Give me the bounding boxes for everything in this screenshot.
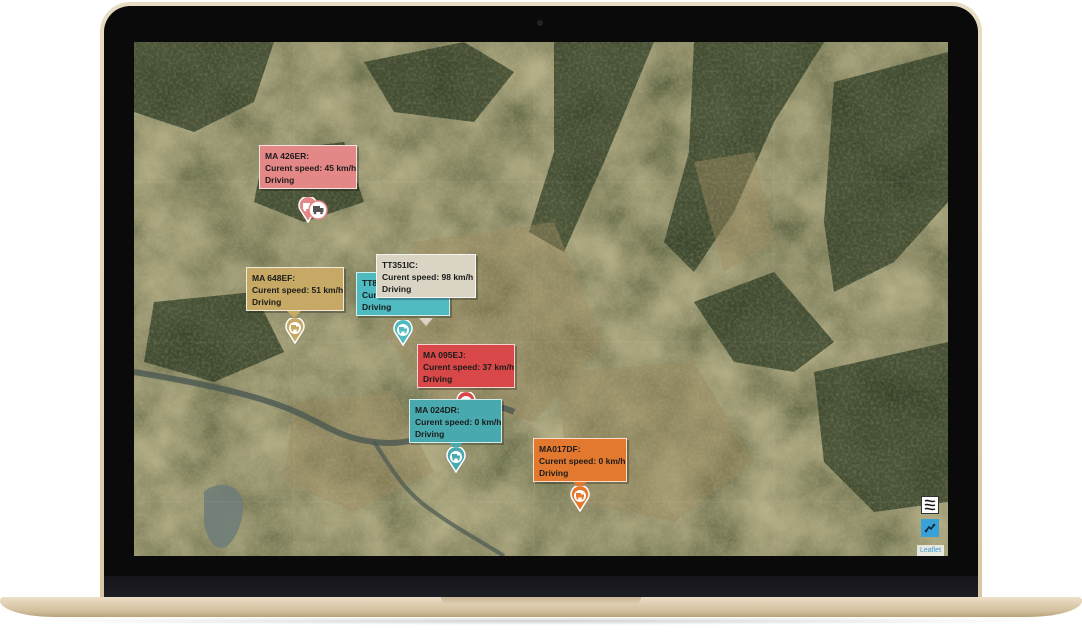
- vehicle-status: Driving: [423, 374, 453, 384]
- locate-button[interactable]: [921, 519, 939, 537]
- truck-marker[interactable]: [393, 320, 413, 346]
- vehicle-plate: MA 426ER:: [265, 151, 310, 161]
- vehicle-status: Driving: [252, 297, 282, 307]
- vehicle-plate: MA 648EF:: [252, 273, 296, 283]
- vehicle-speed: Curent speed: 45 km/h: [265, 163, 357, 173]
- truck-marker[interactable]: [570, 486, 590, 512]
- popup-tip: [419, 318, 433, 326]
- vehicle-status: Driving: [362, 302, 392, 312]
- truck-marker[interactable]: [308, 200, 328, 226]
- vehicle-plate: TT351IC:: [382, 260, 418, 270]
- vehicle-popup[interactable]: MA017DF: Curent speed: 0 km/h Driving: [533, 438, 627, 482]
- truck-marker[interactable]: [446, 447, 466, 473]
- popup-tip: [287, 311, 301, 318]
- layers-icon: [924, 499, 936, 511]
- truck-icon: [308, 200, 328, 220]
- vehicle-status: Driving: [539, 468, 569, 478]
- vehicle-popup[interactable]: MA 648EF: Curent speed: 51 km/h Driving: [246, 267, 344, 311]
- vehicle-popup[interactable]: MA 024DR: Curent speed: 0 km/h Driving: [409, 399, 502, 443]
- layers-button[interactable]: [921, 496, 939, 514]
- vehicle-popup[interactable]: MA 095EJ: Curent speed: 37 km/h Driving: [417, 344, 515, 388]
- map-attribution[interactable]: Leaflet: [917, 545, 945, 556]
- vehicle-speed: Curent speed: 0 km/h: [415, 417, 502, 427]
- screen-chin: [104, 576, 978, 598]
- vehicle-speed: Curent speed: 98 km/h: [382, 272, 474, 282]
- vehicle-popup[interactable]: MA 426ER: Curent speed: 45 km/h Driving: [259, 145, 364, 196]
- vehicle-speed: Curent speed: 0 km/h: [539, 456, 626, 466]
- truck-icon: [393, 320, 413, 346]
- vehicle-status: Driving: [265, 175, 295, 185]
- vehicle-speed: Curent speed: 37 km/h: [423, 362, 515, 372]
- camera-icon: [537, 20, 543, 26]
- locate-icon: [924, 523, 936, 533]
- map-view[interactable]: MA 426ER: Curent speed: 45 km/h Driving …: [134, 42, 948, 556]
- truck-icon: [285, 318, 305, 344]
- laptop-notch: [441, 597, 641, 605]
- vehicle-plate: MA017DF:: [539, 444, 581, 454]
- vehicle-speed: Curent speed: 51 km/h: [252, 285, 344, 295]
- vehicle-status: Driving: [415, 429, 445, 439]
- vehicle-plate: MA 024DR:: [415, 405, 460, 415]
- base-shadow: [30, 617, 1052, 625]
- truck-icon: [570, 486, 590, 512]
- truck-marker[interactable]: [285, 318, 305, 344]
- vehicle-popup[interactable]: TT351IC: Curent speed: 98 km/h Driving: [373, 251, 476, 298]
- truck-icon: [446, 447, 466, 473]
- vehicle-status: Driving: [382, 284, 412, 294]
- vehicle-plate: MA 095EJ:: [423, 350, 466, 360]
